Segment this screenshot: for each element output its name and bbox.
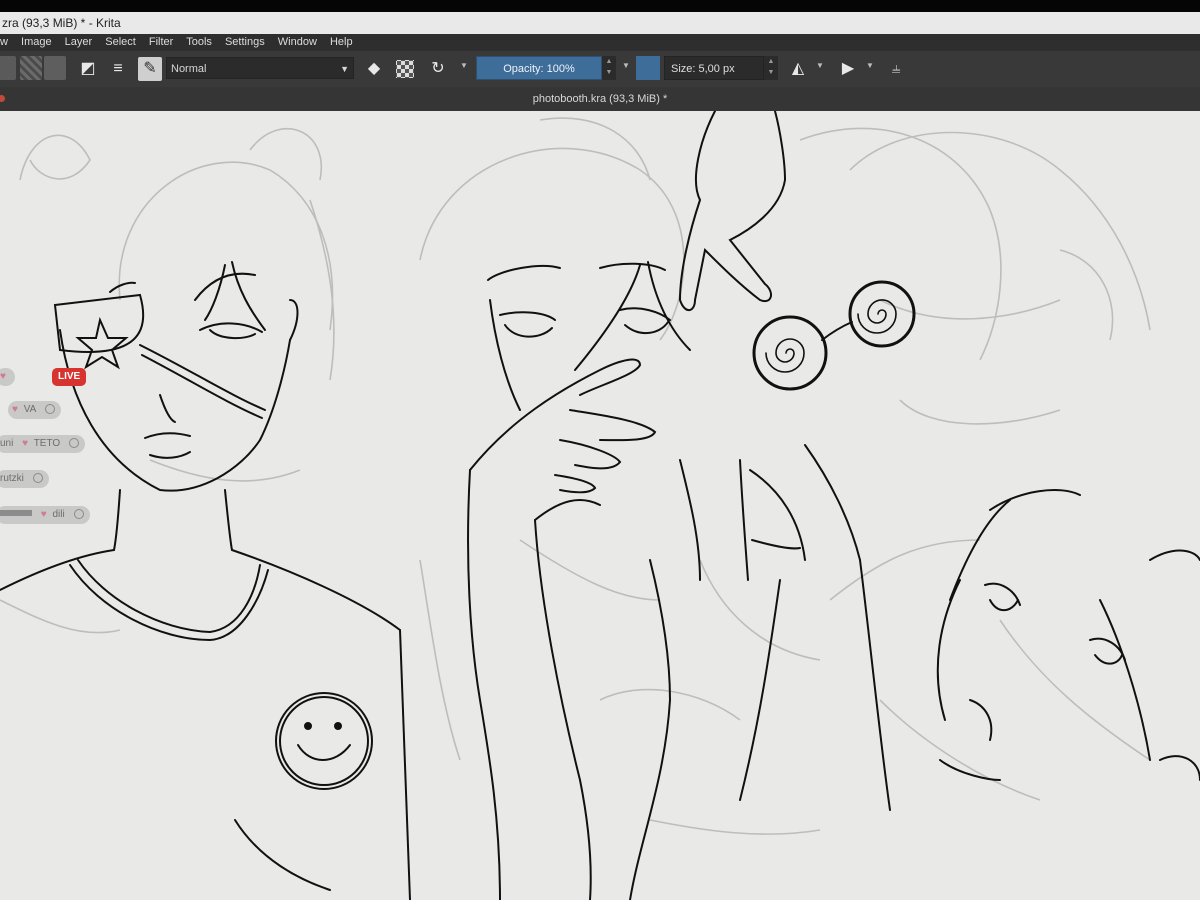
menu-item-image[interactable]: Image	[21, 36, 52, 48]
menu-item-tools[interactable]: Tools	[186, 36, 212, 48]
menu-item-settings[interactable]: Settings	[225, 36, 265, 48]
menu-item-window[interactable]: Window	[278, 36, 317, 48]
monitor-bezel	[0, 0, 1200, 12]
chat-row: uni ♥ TETO	[0, 435, 85, 453]
reload-preset-icon[interactable]: ↻	[426, 57, 450, 81]
chat-row-tag: VA	[23, 404, 36, 415]
brush-preset-icon[interactable]: ✎	[138, 57, 162, 81]
heart-icon: ♥	[40, 509, 47, 520]
chevron-down-icon: ▼	[340, 64, 349, 74]
menu-item-view[interactable]: w	[0, 36, 8, 48]
hands-and-glasses	[629, 111, 916, 900]
menu-bar: w Image Layer Select Filter Tools Settin…	[0, 34, 1200, 51]
figure-left	[0, 261, 411, 900]
blend-mode-value: Normal	[171, 63, 207, 75]
size-spinner[interactable]: ▲ ▼	[764, 56, 778, 80]
heart-icon: ♥	[0, 371, 6, 382]
menu-item-layer[interactable]: Layer	[65, 36, 93, 48]
document-title: photobooth.kra (93,3 MiB) *	[532, 93, 668, 105]
mirror-horizontal-icon[interactable]: ◭	[786, 57, 810, 81]
chat-row-name: rutzki	[0, 473, 24, 484]
chevron-down-icon[interactable]: ▼	[622, 61, 630, 70]
opacity-slider[interactable]: Opacity: 100%	[476, 56, 602, 80]
eraser-icon[interactable]: ◆	[362, 57, 386, 81]
line-art-drawing	[0, 111, 1200, 900]
chevron-down-icon[interactable]: ▼	[460, 61, 468, 70]
figure-right	[936, 489, 1200, 781]
chevron-down-icon[interactable]: ▼	[866, 61, 874, 70]
menu-item-filter[interactable]: Filter	[149, 36, 173, 48]
gradient-swatch[interactable]	[20, 56, 42, 80]
sketch-layer	[0, 117, 1151, 835]
heart-icon: ♥	[12, 404, 18, 415]
chat-row-tag: TETO	[33, 438, 61, 449]
brush-settings-icon[interactable]: ≡	[106, 57, 130, 81]
pattern-swatch[interactable]	[44, 56, 66, 80]
opacity-spinner[interactable]: ▲ ▼	[602, 56, 616, 80]
close-document-icon[interactable]	[0, 95, 5, 102]
brush-toolbar: ◩ ≡ ✎ Normal ▼ ◆ ↻ ▼ Opacity: 100% ▲ ▼ ▼ …	[0, 51, 1200, 87]
menu-item-select[interactable]: Select	[105, 36, 136, 48]
badge-circle-icon	[68, 438, 79, 448]
chat-row: rutzki	[0, 470, 49, 488]
foreground-color-swatch[interactable]	[0, 56, 16, 80]
size-label: Size: 5,00 px	[671, 63, 735, 75]
preserve-alpha-icon[interactable]	[396, 60, 414, 78]
chat-row: ♥ VA	[8, 401, 61, 419]
badge-circle-icon	[32, 473, 43, 483]
chat-row-name: uni	[0, 438, 14, 449]
badge-circle-icon	[44, 404, 55, 414]
figure-middle	[467, 261, 691, 900]
chat-row-tag: dili	[52, 509, 65, 520]
badge-circle-icon	[73, 509, 84, 519]
live-badge: LIVE	[52, 368, 87, 386]
swap-colors-icon[interactable]: ◩	[76, 57, 100, 81]
menu-item-help[interactable]: Help	[330, 36, 353, 48]
drawing-canvas[interactable]: ♥ LIVE ♥ VA uni ♥ TETO rutzki ♥ dili	[0, 111, 1200, 900]
redacted-name-bar	[0, 510, 32, 516]
blend-mode-select[interactable]: Normal ▼	[166, 57, 354, 79]
opacity-label: Opacity: 100%	[503, 63, 575, 75]
brush-color-indicator	[636, 56, 660, 80]
heart-icon: ♥	[22, 438, 29, 449]
mirror-vertical-icon[interactable]: ▶	[836, 57, 860, 81]
chevron-down-icon[interactable]: ▼	[816, 61, 824, 70]
document-tab-bar: photobooth.kra (93,3 MiB) *	[0, 87, 1200, 111]
wrap-around-icon[interactable]: ⫨	[884, 57, 908, 81]
window-titlebar: zra (93,3 MiB) * - Krita	[0, 12, 1200, 34]
chat-row: ♥ dili	[0, 506, 90, 524]
size-slider[interactable]: Size: 5,00 px	[664, 56, 764, 80]
window-title: zra (93,3 MiB) * - Krita	[2, 16, 121, 30]
